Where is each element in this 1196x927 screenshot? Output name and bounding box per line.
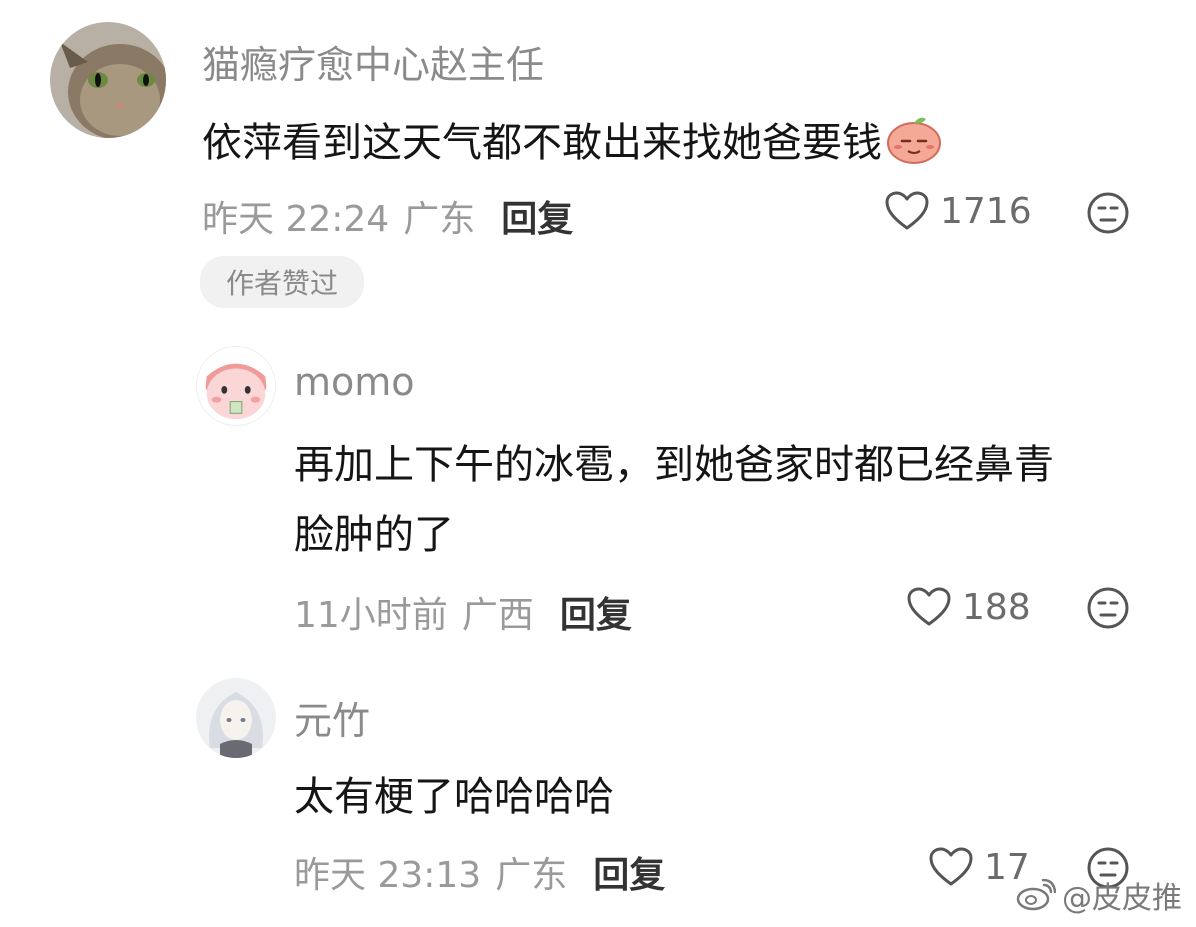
- comment-time: 昨天 22:24: [202, 199, 390, 240]
- author-liked-badge: 作者赞过: [200, 256, 364, 308]
- neutral-face-icon: [1087, 587, 1129, 629]
- comment-location: 广东: [495, 855, 568, 896]
- comment-text: 太有梗了哈哈哈哈: [294, 774, 614, 820]
- comment-location: 广东: [403, 199, 476, 240]
- avatar[interactable]: [196, 678, 276, 758]
- avatar[interactable]: [50, 22, 166, 138]
- comment-username[interactable]: 元竹: [294, 690, 370, 745]
- comment-username[interactable]: momo: [294, 360, 415, 404]
- avatar[interactable]: [196, 346, 276, 426]
- comment-username[interactable]: 猫瘾疗愈中心赵主任: [202, 34, 544, 89]
- comment-meta: 昨天 23:13 广东 回复: [294, 846, 665, 898]
- heart-icon: [885, 191, 929, 230]
- heart-icon: [907, 587, 951, 626]
- reply-button[interactable]: 回复: [593, 846, 665, 898]
- like-button[interactable]: 17: [928, 846, 1030, 888]
- comment-location: 广西: [461, 595, 534, 636]
- comment-text-line-1: 再加上下午的冰雹，到她爸家时都已经鼻青: [294, 442, 1054, 488]
- comment-time: 昨天 23:13: [294, 855, 482, 896]
- peach-face-emoji-icon: [887, 117, 941, 164]
- watermark-text: @皮皮推: [1062, 881, 1182, 916]
- like-count: 1716: [940, 190, 1032, 232]
- like-button[interactable]: 1716: [884, 190, 1032, 232]
- comment-meta: 11小时前 广西 回复: [294, 586, 632, 638]
- watermark: @皮皮推: [1016, 873, 1182, 917]
- weibo-logo-icon: [1016, 879, 1056, 911]
- anime-girl-avatar-icon: [196, 678, 276, 758]
- comment-text-content: 依萍看到这天气都不敢出来找她爸要钱: [202, 120, 882, 166]
- comment-time: 11小时前: [294, 595, 448, 636]
- reply-button[interactable]: 回复: [560, 586, 632, 638]
- dislike-face-button[interactable]: [1086, 191, 1130, 235]
- comment-meta: 昨天 22:24 广东 回复: [202, 190, 573, 242]
- pink-bun-avatar-icon: [197, 347, 275, 425]
- dislike-face-button[interactable]: [1086, 586, 1130, 630]
- neutral-face-icon: [1087, 192, 1129, 234]
- like-button[interactable]: 188: [906, 586, 1031, 628]
- cat-avatar-icon: [50, 22, 166, 138]
- like-count: 188: [962, 586, 1031, 628]
- heart-icon: [929, 847, 973, 886]
- comment-text-line-2: 脸肿的了: [294, 512, 454, 558]
- reply-button[interactable]: 回复: [501, 190, 573, 242]
- comment-text: 依萍看到这天气都不敢出来找她爸要钱: [202, 110, 942, 168]
